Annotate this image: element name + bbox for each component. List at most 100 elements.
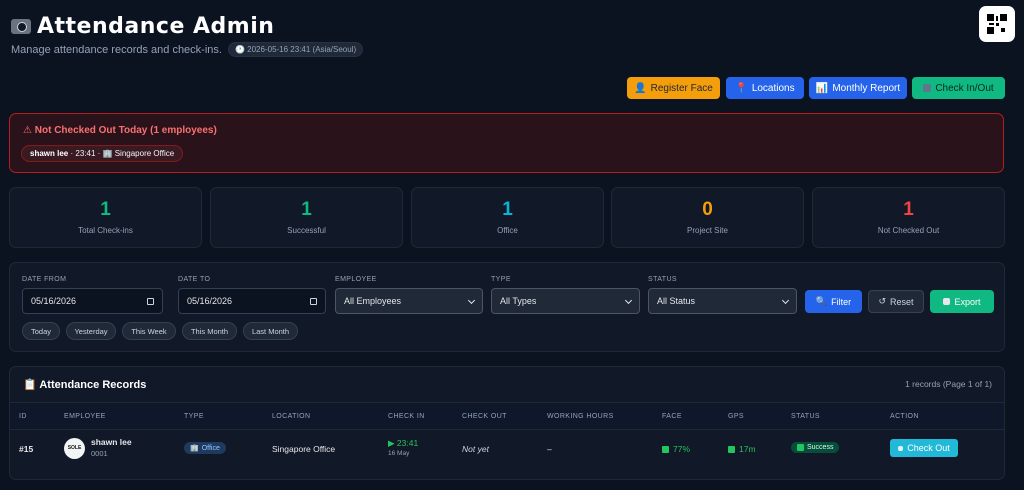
stat-value: 1: [502, 199, 513, 220]
chevron-down-icon: [624, 296, 633, 304]
clipboard-icon: 📋: [23, 379, 37, 391]
records-count: 1 records (Page 1 of 1): [905, 379, 992, 389]
locations-button[interactable]: 📍 Locations: [726, 77, 804, 99]
stat-label: Office: [497, 226, 518, 235]
date-to-value: 05/16/2026: [187, 296, 233, 306]
stat-card-successful: 1 Successful: [210, 187, 403, 248]
page-title: Attendance Admin: [11, 14, 274, 39]
clipboard-icon: [923, 84, 932, 92]
employee-number: 0001: [91, 449, 108, 458]
datetime-badge: 🕐 2026-05-16 23:41 (Asia/Seoul): [227, 42, 364, 57]
date-to-input[interactable]: 05/16/2026: [178, 288, 326, 314]
building-icon: 🏢: [102, 149, 113, 158]
check-icon: [797, 444, 804, 451]
stat-card-not-checked-out: 1 Not Checked Out: [812, 187, 1005, 248]
alert-entry-name: shawn lee: [30, 149, 69, 158]
pin-icon: 📍: [735, 82, 748, 94]
stat-label: Not Checked Out: [877, 226, 940, 235]
gps-distance: 17m: [728, 444, 756, 454]
page-title-text: Attendance Admin: [37, 14, 275, 39]
column-header: LOCATION: [272, 413, 311, 420]
person-icon: 👤: [634, 82, 647, 94]
subtitle-text: Manage attendance records and check-ins.: [11, 43, 222, 56]
check-in-date: 16 May: [388, 450, 410, 457]
check-out-label: Check Out: [907, 443, 950, 453]
column-header: ACTION: [890, 413, 919, 420]
type-value: All Types: [500, 296, 537, 306]
column-header: EMPLOYEE: [64, 413, 106, 420]
quick-filter-this-month[interactable]: This Month: [182, 322, 237, 340]
status-value: All Status: [657, 296, 696, 306]
chevron-down-icon: [467, 296, 476, 304]
employee-label: EMPLOYEE: [335, 276, 377, 283]
building-icon: 🏢: [190, 445, 199, 452]
face-score: 77%: [662, 444, 690, 454]
alert-entry-detail: · 23:41 ·: [70, 149, 101, 158]
qr-code-button[interactable]: [979, 6, 1015, 42]
reset-button[interactable]: ↺ Reset: [868, 290, 924, 313]
monthly-report-label: Monthly Report: [832, 82, 901, 94]
qr-code-icon: [987, 14, 1007, 34]
records-title-text: Attendance Records: [39, 379, 147, 391]
check-in-out-button[interactable]: Check In/Out: [912, 77, 1005, 99]
working-hours-cell: –: [547, 444, 552, 454]
avatar: SOLE: [64, 438, 85, 459]
stat-card-office: 1 Office: [411, 187, 604, 248]
status-select[interactable]: All Status: [648, 288, 797, 314]
square-icon: [898, 445, 904, 451]
stat-label: Successful: [287, 226, 326, 235]
export-button[interactable]: Export: [930, 290, 994, 313]
stat-value: 0: [702, 199, 713, 220]
search-icon: 🔍: [815, 296, 828, 306]
gps-distance-text: 17m: [739, 444, 756, 454]
records-title: 📋 Attendance Records: [23, 378, 146, 391]
check-out-button[interactable]: Check Out: [890, 439, 958, 457]
chart-icon: 📊: [815, 82, 829, 94]
reset-label: Reset: [890, 296, 914, 307]
employee-name[interactable]: shawn lee: [91, 437, 132, 447]
check-icon: [662, 446, 669, 453]
filter-label: Filter: [831, 296, 852, 307]
check-out-cell: Not yet: [462, 444, 489, 454]
column-header: WORKING HOURS: [547, 413, 614, 420]
stat-card-total: 1 Total Check-ins: [9, 187, 202, 248]
type-label: TYPE: [491, 276, 511, 283]
page-subtitle: Manage attendance records and check-ins.…: [11, 42, 364, 57]
employee-select[interactable]: All Employees: [335, 288, 483, 314]
alert-entry[interactable]: shawn lee · 23:41 · 🏢 Singapore Office: [21, 145, 184, 162]
date-to-label: DATE TO: [178, 276, 211, 283]
check-in-time: ▶ 23:41: [388, 438, 418, 449]
type-badge-text: Office: [201, 444, 220, 452]
register-face-button[interactable]: 👤 Register Face: [627, 77, 720, 99]
date-from-input[interactable]: 05/16/2026: [22, 288, 163, 314]
date-from-value: 05/16/2026: [31, 296, 77, 306]
stat-label: Total Check-ins: [78, 226, 133, 235]
date-from-label: DATE FROM: [22, 276, 67, 283]
quick-filter-today[interactable]: Today: [22, 322, 60, 340]
face-score-text: 77%: [673, 444, 691, 454]
stat-value: 1: [301, 199, 312, 220]
column-header: ID: [19, 413, 27, 420]
alert-entry-location: Singapore Office: [114, 149, 175, 158]
quick-filter-yesterday[interactable]: Yesterday: [66, 322, 116, 340]
record-id: #15: [19, 444, 34, 454]
filter-button[interactable]: 🔍 Filter: [805, 290, 862, 313]
locations-label: Locations: [751, 82, 795, 94]
quick-filter-last-month[interactable]: Last Month: [243, 322, 298, 340]
not-checked-out-alert: ⚠ Not Checked Out Today (1 employees) sh…: [9, 113, 1004, 173]
employee-value: All Employees: [344, 296, 402, 306]
calendar-icon[interactable]: [147, 297, 154, 305]
status-badge: Success: [791, 442, 840, 453]
check-icon: [728, 446, 735, 453]
reset-icon: ↺: [878, 296, 887, 306]
column-header: GPS: [728, 413, 744, 420]
status-badge-text: Success: [807, 444, 834, 451]
column-header: TYPE: [184, 413, 204, 420]
table-header: ID EMPLOYEE TYPE LOCATION CHECK IN CHECK…: [10, 402, 1004, 430]
calendar-icon[interactable]: [310, 297, 317, 305]
check-in-time-text: 23:41: [396, 438, 419, 448]
stat-value: 1: [100, 199, 111, 220]
quick-filter-this-week[interactable]: This Week: [122, 322, 176, 340]
monthly-report-button[interactable]: 📊 Monthly Report: [809, 77, 907, 99]
type-select[interactable]: All Types: [491, 288, 640, 314]
